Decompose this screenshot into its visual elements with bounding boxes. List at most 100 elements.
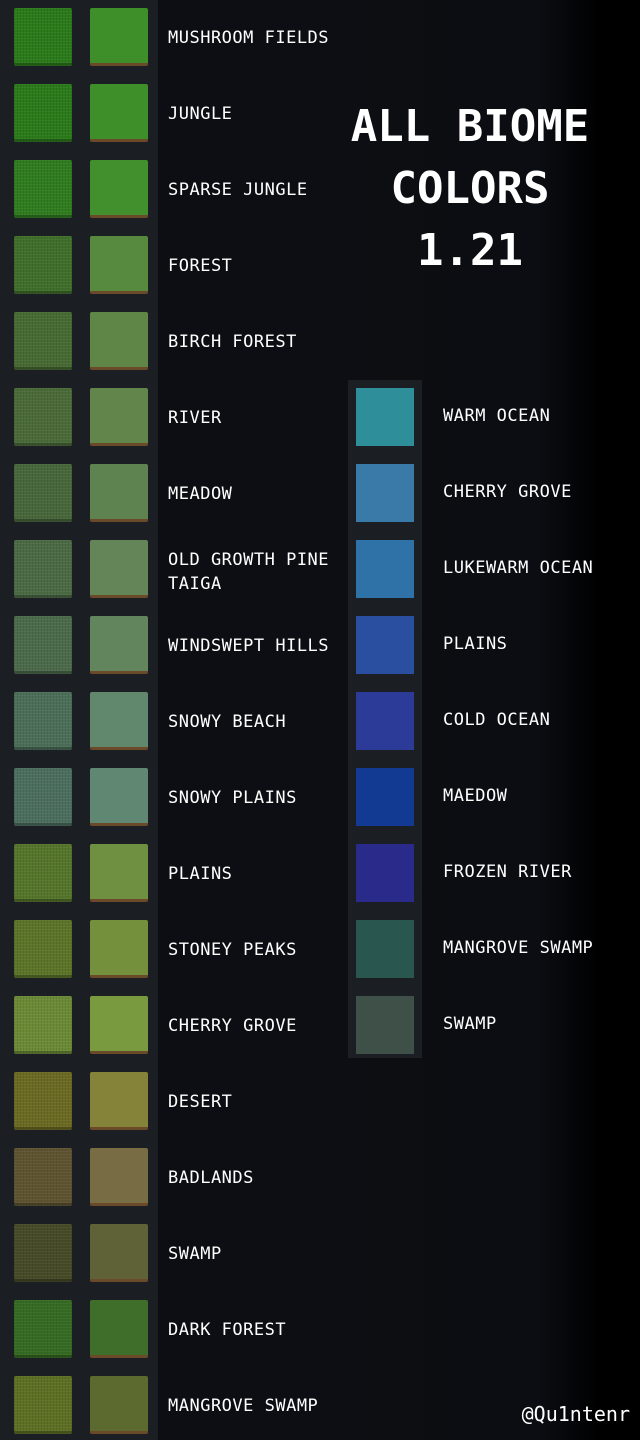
biome-label: WARM OCEAN (443, 406, 551, 426)
water-swatch (356, 540, 414, 598)
title-version: 1.21 (417, 225, 523, 276)
biome-label: BADLANDS (168, 1168, 254, 1188)
water-biome-row: WARM OCEAN (356, 388, 636, 446)
grass-block-swatch (90, 388, 148, 446)
grass-block-swatch (90, 540, 148, 598)
grass-top-swatch (14, 692, 72, 750)
biome-label: SPARSE JUNGLE (168, 180, 308, 200)
biome-label: OLD GROWTH PINE TAIGA (168, 550, 330, 594)
grass-biome-row: SWAMP (0, 1224, 340, 1282)
grass-block-swatch (90, 768, 148, 826)
grass-biome-row: WINDSWEPT HILLS (0, 616, 340, 674)
grass-biome-row: CHERRY GROVE (0, 996, 340, 1054)
grass-biome-row: SPARSE JUNGLE (0, 160, 340, 218)
water-swatch (356, 464, 414, 522)
grass-top-swatch (14, 388, 72, 446)
biome-label: CHERRY GROVE (443, 482, 572, 502)
biome-label: MANGROVE SWAMP (443, 938, 594, 958)
grass-top-swatch (14, 768, 72, 826)
biome-label: DESERT (168, 1092, 233, 1112)
grass-top-swatch (14, 160, 72, 218)
water-swatch (356, 768, 414, 826)
biome-label: MAEDOW (443, 786, 508, 806)
grass-block-swatch (90, 236, 148, 294)
grass-block-swatch (90, 1148, 148, 1206)
biome-label: RIVER (168, 408, 222, 428)
grass-block-swatch (90, 616, 148, 674)
water-biome-row: COLD OCEAN (356, 692, 636, 750)
grass-top-swatch (14, 616, 72, 674)
grass-biome-row: OLD GROWTH PINE TAIGA (0, 540, 340, 598)
grass-top-swatch (14, 464, 72, 522)
biome-label: STONEY PEAKS (168, 940, 297, 960)
grass-block-swatch (90, 996, 148, 1054)
grass-biome-row: MUSHROOM FIELDS (0, 8, 340, 66)
grass-top-swatch (14, 1376, 72, 1434)
grass-biome-row: MEADOW (0, 464, 340, 522)
biome-label: SNOWY PLAINS (168, 788, 297, 808)
biome-label: CHERRY GROVE (168, 1016, 297, 1036)
water-biome-row: LUKEWARM OCEAN (356, 540, 636, 598)
grass-biome-row: DESERT (0, 1072, 340, 1130)
grass-biome-row: STONEY PEAKS (0, 920, 340, 978)
biome-label: COLD OCEAN (443, 710, 551, 730)
grass-top-swatch (14, 1148, 72, 1206)
grass-top-swatch (14, 1300, 72, 1358)
water-swatch (356, 844, 414, 902)
water-swatch (356, 692, 414, 750)
grass-biome-row: DARK FOREST (0, 1300, 340, 1358)
grass-biome-row: MANGROVE SWAMP (0, 1376, 340, 1434)
grass-block-swatch (90, 844, 148, 902)
biome-label: SWAMP (168, 1244, 222, 1264)
biome-label: MEADOW (168, 484, 233, 504)
grass-block-swatch (90, 692, 148, 750)
grass-top-swatch (14, 540, 72, 598)
grass-block-swatch (90, 8, 148, 66)
biome-label: FROZEN RIVER (443, 862, 572, 882)
grass-block-swatch (90, 464, 148, 522)
biome-label: BIRCH FOREST (168, 332, 297, 352)
title-line: COLORS (390, 163, 550, 214)
biome-label: FOREST (168, 256, 233, 276)
grass-top-swatch (14, 996, 72, 1054)
grass-block-swatch (90, 1072, 148, 1130)
grass-top-swatch (14, 1224, 72, 1282)
grass-top-swatch (14, 920, 72, 978)
grass-biome-row: BIRCH FOREST (0, 312, 340, 370)
grass-top-swatch (14, 84, 72, 142)
water-biome-row: MANGROVE SWAMP (356, 920, 636, 978)
biome-label: MUSHROOM FIELDS (168, 28, 330, 48)
water-swatch (356, 920, 414, 978)
grass-biome-row: RIVER (0, 388, 340, 446)
grass-block-swatch (90, 1224, 148, 1282)
biome-label: LUKEWARM OCEAN (443, 558, 594, 578)
grass-block-swatch (90, 160, 148, 218)
water-biome-row: CHERRY GROVE (356, 464, 636, 522)
water-swatch (356, 388, 414, 446)
water-swatch (356, 996, 414, 1054)
grass-biome-row: SNOWY PLAINS (0, 768, 340, 826)
grass-top-swatch (14, 236, 72, 294)
page-title: ALL BIOME COLORS 1.21 (330, 96, 610, 282)
grass-biome-row: SNOWY BEACH (0, 692, 340, 750)
grass-top-swatch (14, 312, 72, 370)
author-credit: @Qu1ntenr (521, 1402, 630, 1426)
biome-label: PLAINS (168, 864, 233, 884)
biome-label: SWAMP (443, 1014, 497, 1034)
grass-block-swatch (90, 1376, 148, 1434)
grass-biome-row: JUNGLE (0, 84, 340, 142)
water-biome-row: PLAINS (356, 616, 636, 674)
grass-block-swatch (90, 84, 148, 142)
grass-top-swatch (14, 1072, 72, 1130)
grass-biome-row: PLAINS (0, 844, 340, 902)
biome-label: PLAINS (443, 634, 508, 654)
biome-label: DARK FOREST (168, 1320, 287, 1340)
water-biome-row: MAEDOW (356, 768, 636, 826)
biome-label: WINDSWEPT HILLS (168, 636, 330, 656)
water-swatch (356, 616, 414, 674)
grass-biome-row: BADLANDS (0, 1148, 340, 1206)
title-line: ALL BIOME (350, 101, 590, 152)
grass-top-swatch (14, 8, 72, 66)
biome-label: MANGROVE SWAMP (168, 1396, 319, 1416)
biome-label: SNOWY BEACH (168, 712, 287, 732)
